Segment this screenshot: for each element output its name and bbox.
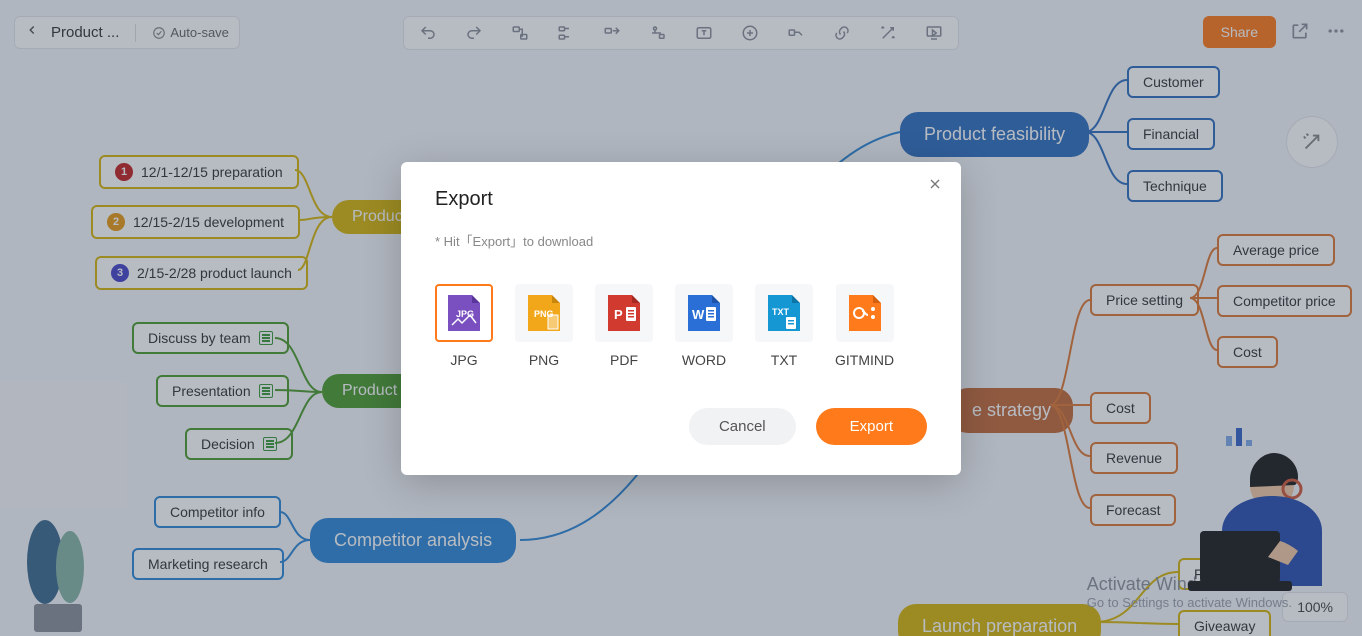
export-button[interactable]: Export [816,408,927,445]
close-icon[interactable] [927,176,943,197]
fmt-png[interactable]: PNG PNG [515,284,573,368]
svg-text:P: P [614,307,623,322]
fmt-pdf[interactable]: P PDF [595,284,653,368]
svg-text:TXT: TXT [772,307,790,317]
fmt-txt[interactable]: TXT TXT [755,284,813,368]
cancel-button[interactable]: Cancel [689,408,796,445]
fmt-gitmind[interactable]: GITMIND [835,284,894,368]
fmt-word[interactable]: W WORD [675,284,733,368]
export-dialog: Export * Hit「Export」to download JPG JPG … [401,162,961,475]
dialog-actions: Cancel Export [435,408,927,445]
dialog-title: Export [435,188,927,211]
dialog-hint: * Hit「Export」to download [435,231,927,250]
svg-text:W: W [692,307,705,322]
fmt-jpg[interactable]: JPG JPG [435,284,493,368]
modal-overlay: Export * Hit「Export」to download JPG JPG … [0,0,1362,636]
format-list: JPG JPG PNG PNG P PDF W WORD TXT TXT GIT… [435,284,927,368]
